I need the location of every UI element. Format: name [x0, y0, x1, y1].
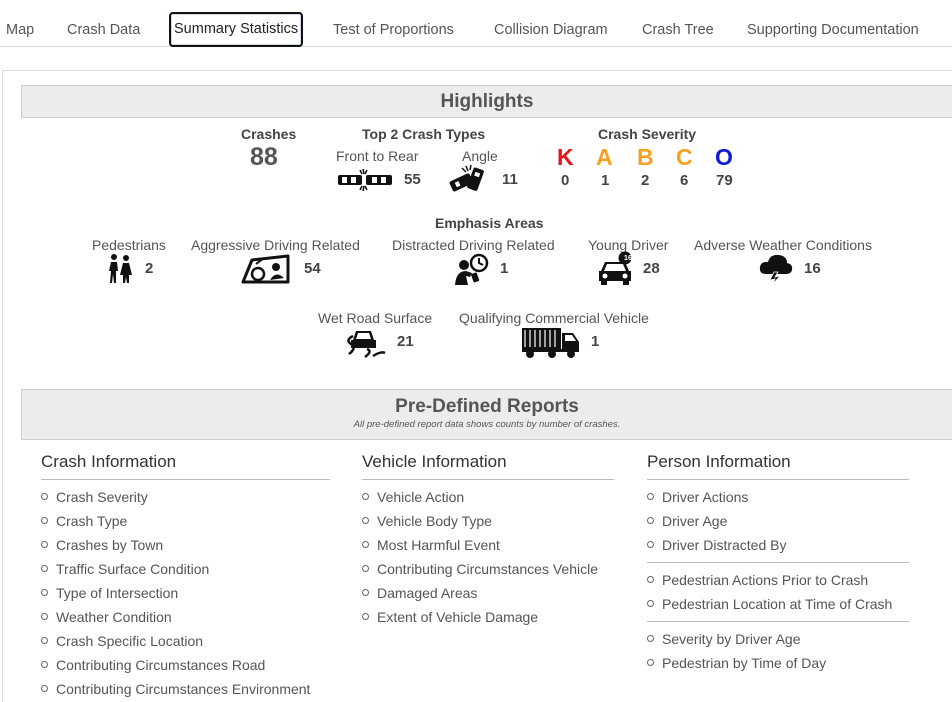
report-link[interactable]: Crash Specific Location [41, 629, 310, 653]
adverse-weather-label: Adverse Weather Conditions [694, 237, 872, 253]
distracted-driving-value: 1 [500, 260, 509, 277]
crash-severity-label: Crash Severity [598, 126, 697, 142]
person-information-title: Person Information [647, 452, 791, 471]
adverse-weather-icon [759, 254, 793, 286]
report-link[interactable]: Type of Intersection [41, 581, 310, 605]
commercial-vehicle-label: Qualifying Commercial Vehicle [459, 310, 649, 326]
tab-bar: Map Crash Data Summary Statistics Test o… [0, 0, 952, 47]
crashes-label: Crashes [241, 126, 297, 142]
tab-collision-diagram[interactable]: Collision Diagram [494, 12, 608, 48]
report-link[interactable]: Crash Severity [41, 485, 310, 509]
report-link[interactable]: Traffic Surface Condition [41, 557, 310, 581]
report-link[interactable]: Extent of Vehicle Damage [362, 605, 598, 629]
tab-crash-tree[interactable]: Crash Tree [642, 12, 714, 48]
report-link[interactable]: Vehicle Action [362, 485, 598, 509]
person-information-rule [647, 479, 909, 480]
front-to-rear-icon [338, 168, 392, 192]
person-information-list-pedestrian: Pedestrian Actions Prior to Crash Pedest… [647, 568, 892, 616]
report-link[interactable]: Contributing Circumstances Road [41, 653, 310, 677]
severity-c-value: 6 [680, 172, 689, 189]
report-link[interactable]: Crash Type [41, 509, 310, 533]
report-link[interactable]: Contributing Circumstances Vehicle [362, 557, 598, 581]
severity-a-value: 1 [601, 172, 610, 189]
pedestrians-value: 2 [145, 260, 154, 277]
front-to-rear-value: 55 [404, 171, 421, 188]
report-link[interactable]: Pedestrian by Time of Day [647, 651, 826, 675]
report-link[interactable]: Weather Condition [41, 605, 310, 629]
report-link[interactable]: Driver Distracted By [647, 533, 786, 557]
angle-value: 11 [502, 171, 518, 188]
person-information-list-other: Severity by Driver Age Pedestrian by Tim… [647, 627, 826, 675]
person-information-divider [647, 621, 909, 622]
aggressive-driving-value: 54 [304, 260, 321, 277]
crashes-value: 88 [250, 143, 278, 171]
crash-information-list: Crash Severity Crash Type Crashes by Tow… [41, 485, 310, 701]
severity-o-letter: O [715, 144, 733, 170]
severity-c-letter: C [676, 144, 693, 170]
tab-map[interactable]: Map [6, 12, 34, 48]
young-driver-value: 28 [643, 260, 660, 277]
young-driver-age-badge: 16 [623, 253, 633, 262]
severity-a-letter: A [596, 144, 613, 170]
wet-road-icon [347, 331, 386, 358]
crash-information-rule [41, 479, 330, 480]
distracted-driving-icon [455, 253, 489, 285]
aggressive-driving-label: Aggressive Driving Related [191, 237, 360, 253]
report-link[interactable]: Damaged Areas [362, 581, 598, 605]
top-crash-types-label: Top 2 Crash Types [362, 126, 486, 142]
angle-label: Angle [462, 148, 498, 164]
tab-crash-data[interactable]: Crash Data [67, 12, 140, 48]
crash-information-title: Crash Information [41, 452, 177, 471]
severity-o-value: 79 [716, 172, 733, 189]
pedestrians-icon [109, 254, 132, 283]
pedestrians-label: Pedestrians [92, 237, 166, 253]
aggressive-driving-icon [241, 254, 290, 284]
tab-test-of-proportions[interactable]: Test of Proportions [333, 12, 454, 48]
highlights-title: Highlights [440, 91, 534, 112]
severity-b-letter: B [637, 144, 654, 170]
highlights-header: Highlights [21, 85, 952, 118]
report-link[interactable]: Pedestrian Actions Prior to Crash [647, 568, 892, 592]
severity-k-value: 0 [561, 172, 570, 189]
angle-crash-icon [449, 164, 484, 192]
severity-b-value: 2 [641, 172, 650, 189]
tab-summary-statistics[interactable]: Summary Statistics [169, 12, 304, 47]
reports-title: Pre-Defined Reports [395, 396, 579, 417]
distracted-driving-label: Distracted Driving Related [392, 237, 555, 253]
reports-subtitle: All pre-defined report data shows counts… [353, 419, 621, 430]
vehicle-information-title: Vehicle Information [362, 452, 507, 471]
person-information-divider [647, 562, 909, 563]
report-link[interactable]: Most Harmful Event [362, 533, 598, 557]
person-information-list-driver: Driver Actions Driver Age Driver Distrac… [647, 485, 786, 557]
commercial-vehicle-icon [522, 328, 579, 358]
report-link[interactable]: Crashes by Town [41, 533, 310, 557]
tab-supporting-documentation[interactable]: Supporting Documentation [747, 12, 919, 48]
report-link[interactable]: Vehicle Body Type [362, 509, 598, 533]
adverse-weather-value: 16 [804, 260, 821, 277]
front-to-rear-label: Front to Rear [336, 148, 419, 164]
commercial-vehicle-value: 1 [591, 333, 600, 350]
report-link[interactable]: Pedestrian Location at Time of Crash [647, 592, 892, 616]
vehicle-information-rule [362, 479, 614, 480]
reports-header: Pre-Defined Reports All pre-defined repo… [21, 389, 952, 440]
wet-road-value: 21 [397, 333, 414, 350]
report-link[interactable]: Contributing Circumstances Environment [41, 677, 310, 701]
report-link[interactable]: Driver Actions [647, 485, 786, 509]
severity-k-letter: K [557, 144, 574, 170]
emphasis-areas-label: Emphasis Areas [435, 215, 544, 231]
report-link[interactable]: Driver Age [647, 509, 786, 533]
vehicle-information-list: Vehicle Action Vehicle Body Type Most Ha… [362, 485, 598, 629]
report-link[interactable]: Severity by Driver Age [647, 627, 826, 651]
